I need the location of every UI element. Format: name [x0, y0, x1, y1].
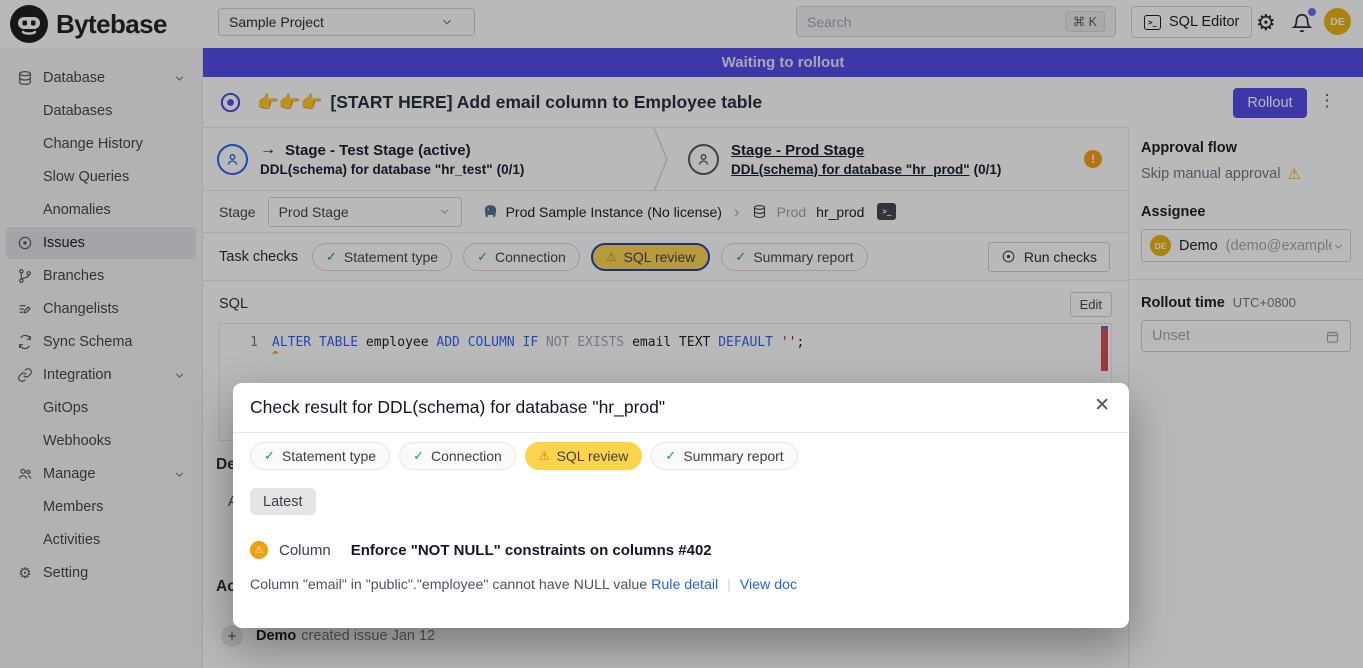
rule-detail-link[interactable]: Rule detail [651, 577, 718, 593]
finding-category: Column [279, 542, 331, 559]
finding-detail: Column "email" in "public"."employee" ca… [250, 577, 797, 593]
close-icon[interactable]: ✕ [1094, 394, 1110, 417]
finding-row: ⚠ Column Enforce "NOT NULL" constraints … [250, 541, 712, 559]
check-pill-connection[interactable]: ✓Connection [399, 442, 516, 470]
view-doc-link[interactable]: View doc [740, 577, 797, 593]
warning-icon: ⚠ [539, 449, 550, 463]
check-result-modal: Check result for DDL(schema) for databas… [233, 383, 1129, 628]
warning-circle-icon: ⚠ [250, 541, 268, 559]
check-pill-statement-type[interactable]: ✓Statement type [250, 442, 390, 470]
bytebase-app: Bytebase Sample Project Search ⌘ K >_ SQ… [0, 0, 1363, 668]
check-icon: ✓ [665, 448, 676, 464]
check-icon: ✓ [264, 448, 275, 464]
link-separator: | [727, 577, 731, 593]
check-pill-sql-review[interactable]: ⚠SQL review [525, 442, 643, 470]
modal-title: Check result for DDL(schema) for databas… [250, 397, 665, 418]
check-icon: ✓ [413, 448, 424, 464]
modal-check-pills: ✓Statement type ✓Connection ⚠SQL review … [250, 442, 798, 470]
check-pill-summary-report[interactable]: ✓Summary report [651, 442, 797, 470]
finding-rule: Enforce "NOT NULL" constraints on column… [351, 542, 712, 559]
modal-divider [233, 432, 1129, 433]
latest-badge[interactable]: Latest [250, 488, 316, 515]
